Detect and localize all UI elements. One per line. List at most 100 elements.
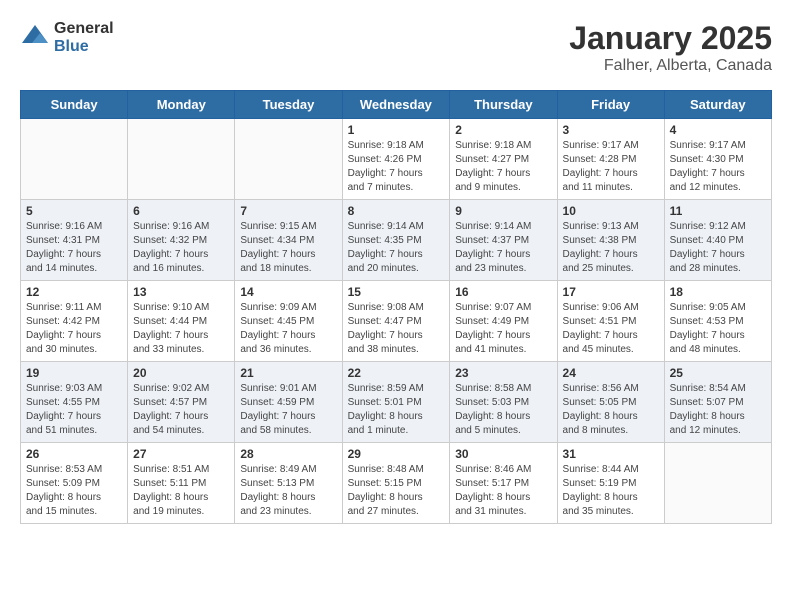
month-title: January 2025 [569, 20, 772, 57]
day-number: 21 [240, 366, 336, 380]
calendar-cell: 11Sunrise: 9:12 AM Sunset: 4:40 PM Dayli… [664, 200, 771, 281]
day-number: 6 [133, 204, 229, 218]
day-info: Sunrise: 9:03 AM Sunset: 4:55 PM Dayligh… [26, 382, 122, 438]
day-number: 17 [563, 285, 659, 299]
calendar-cell: 8 Sunrise: 9:14 AM Sunset: 4:35 PM Daylig… [342, 200, 450, 281]
day-info: Sunrise: 9:05 AM Sunset: 4:53 PM Dayligh… [670, 301, 766, 357]
day-info: Sunrise: 9:14 AM Sunset: 4:35 PM Dayligh… [348, 220, 445, 276]
day-number: 28 [240, 447, 336, 461]
logo-text: General Blue [54, 20, 114, 55]
logo-blue-text: Blue [54, 38, 114, 56]
day-number: 14 [240, 285, 336, 299]
title-area: January 2025 Falher, Alberta, Canada [569, 20, 772, 75]
calendar-week-1: 1 Sunrise: 9:18 AM Sunset: 4:26 PM Daylig… [21, 119, 772, 200]
day-info: Sunrise: 8:48 AM Sunset: 5:15 PM Dayligh… [348, 463, 445, 519]
day-info: Sunrise: 9:10 AM Sunset: 4:44 PM Dayligh… [133, 301, 229, 357]
calendar-cell: 14 Sunrise: 9:09 AM Sunset: 4:45 PM Dayli… [235, 281, 342, 362]
day-info: Sunrise: 9:11 AM Sunset: 4:42 PM Dayligh… [26, 301, 122, 357]
calendar-cell: 30 Sunrise: 8:46 AM Sunset: 5:17 PM Dayli… [450, 443, 557, 524]
day-number: 19 [26, 366, 122, 380]
weekday-header-saturday: Saturday [664, 91, 771, 119]
calendar-cell: 21 Sunrise: 9:01 AM Sunset: 4:59 PM Dayli… [235, 362, 342, 443]
day-number: 26 [26, 447, 122, 461]
day-info: Sunrise: 9:09 AM Sunset: 4:45 PM Dayligh… [240, 301, 336, 357]
calendar-cell: 12 Sunrise: 9:11 AM Sunset: 4:42 PM Dayli… [21, 281, 128, 362]
calendar-week-3: 12 Sunrise: 9:11 AM Sunset: 4:42 PM Dayli… [21, 281, 772, 362]
day-info: Sunrise: 9:16 AM Sunset: 4:31 PM Dayligh… [26, 220, 122, 276]
weekday-header-sunday: Sunday [21, 91, 128, 119]
calendar-cell [664, 443, 771, 524]
day-info: Sunrise: 8:58 AM Sunset: 5:03 PM Dayligh… [455, 382, 551, 438]
day-number: 8 [348, 204, 445, 218]
day-number: 10 [563, 204, 659, 218]
calendar-cell: 25 Sunrise: 8:54 AM Sunset: 5:07 PM Dayli… [664, 362, 771, 443]
calendar-cell: 17 Sunrise: 9:06 AM Sunset: 4:51 PM Dayli… [557, 281, 664, 362]
day-number: 4 [670, 123, 766, 137]
day-number: 25 [670, 366, 766, 380]
calendar-cell: 29 Sunrise: 8:48 AM Sunset: 5:15 PM Dayli… [342, 443, 450, 524]
calendar-cell: 7 Sunrise: 9:15 AM Sunset: 4:34 PM Daylig… [235, 200, 342, 281]
calendar-cell [21, 119, 128, 200]
day-info: Sunrise: 9:13 AM Sunset: 4:38 PM Dayligh… [563, 220, 659, 276]
calendar-cell: 4 Sunrise: 9:17 AM Sunset: 4:30 PM Daylig… [664, 119, 771, 200]
calendar-cell: 27 Sunrise: 8:51 AM Sunset: 5:11 PM Dayli… [128, 443, 235, 524]
day-info: Sunrise: 9:08 AM Sunset: 4:47 PM Dayligh… [348, 301, 445, 357]
weekday-header-tuesday: Tuesday [235, 91, 342, 119]
day-info: Sunrise: 9:07 AM Sunset: 4:49 PM Dayligh… [455, 301, 551, 357]
calendar-cell: 31Sunrise: 8:44 AM Sunset: 5:19 PM Dayli… [557, 443, 664, 524]
weekday-header-wednesday: Wednesday [342, 91, 450, 119]
calendar-cell: 3 Sunrise: 9:17 AM Sunset: 4:28 PM Daylig… [557, 119, 664, 200]
logo-icon [20, 23, 50, 53]
day-number: 31 [563, 447, 659, 461]
day-info: Sunrise: 8:56 AM Sunset: 5:05 PM Dayligh… [563, 382, 659, 438]
day-number: 29 [348, 447, 445, 461]
calendar-cell: 6Sunrise: 9:16 AM Sunset: 4:32 PM Daylig… [128, 200, 235, 281]
day-number: 30 [455, 447, 551, 461]
calendar-cell: 5 Sunrise: 9:16 AM Sunset: 4:31 PM Daylig… [21, 200, 128, 281]
day-number: 24 [563, 366, 659, 380]
day-number: 12 [26, 285, 122, 299]
day-info: Sunrise: 8:46 AM Sunset: 5:17 PM Dayligh… [455, 463, 551, 519]
calendar-cell [128, 119, 235, 200]
calendar-cell: 22Sunrise: 8:59 AM Sunset: 5:01 PM Dayli… [342, 362, 450, 443]
calendar-week-5: 26Sunrise: 8:53 AM Sunset: 5:09 PM Dayli… [21, 443, 772, 524]
calendar-cell: 13 Sunrise: 9:10 AM Sunset: 4:44 PM Dayli… [128, 281, 235, 362]
day-info: Sunrise: 9:01 AM Sunset: 4:59 PM Dayligh… [240, 382, 336, 438]
weekday-header-row: SundayMondayTuesdayWednesdayThursdayFrid… [21, 91, 772, 119]
logo-general-text: General [54, 20, 114, 38]
calendar-cell: 16 Sunrise: 9:07 AM Sunset: 4:49 PM Dayli… [450, 281, 557, 362]
calendar-cell: 9Sunrise: 9:14 AM Sunset: 4:37 PM Daylig… [450, 200, 557, 281]
day-info: Sunrise: 9:06 AM Sunset: 4:51 PM Dayligh… [563, 301, 659, 357]
day-number: 2 [455, 123, 551, 137]
calendar-cell: 10 Sunrise: 9:13 AM Sunset: 4:38 PM Dayli… [557, 200, 664, 281]
day-number: 13 [133, 285, 229, 299]
day-number: 15 [348, 285, 445, 299]
calendar-week-2: 5 Sunrise: 9:16 AM Sunset: 4:31 PM Daylig… [21, 200, 772, 281]
location-title: Falher, Alberta, Canada [569, 57, 772, 75]
day-info: Sunrise: 9:17 AM Sunset: 4:30 PM Dayligh… [670, 139, 766, 195]
day-info: Sunrise: 9:17 AM Sunset: 4:28 PM Dayligh… [563, 139, 659, 195]
day-info: Sunrise: 9:15 AM Sunset: 4:34 PM Dayligh… [240, 220, 336, 276]
day-number: 3 [563, 123, 659, 137]
calendar-cell: 23Sunrise: 8:58 AM Sunset: 5:03 PM Dayli… [450, 362, 557, 443]
day-number: 1 [348, 123, 445, 137]
day-info: Sunrise: 8:49 AM Sunset: 5:13 PM Dayligh… [240, 463, 336, 519]
day-info: Sunrise: 9:18 AM Sunset: 4:27 PM Dayligh… [455, 139, 551, 195]
day-number: 18 [670, 285, 766, 299]
day-info: Sunrise: 9:14 AM Sunset: 4:37 PM Dayligh… [455, 220, 551, 276]
weekday-header-friday: Friday [557, 91, 664, 119]
day-number: 27 [133, 447, 229, 461]
day-info: Sunrise: 8:51 AM Sunset: 5:11 PM Dayligh… [133, 463, 229, 519]
header: General Blue January 2025 Falher, Albert… [20, 20, 772, 75]
day-info: Sunrise: 9:18 AM Sunset: 4:26 PM Dayligh… [348, 139, 445, 195]
day-info: Sunrise: 8:54 AM Sunset: 5:07 PM Dayligh… [670, 382, 766, 438]
day-number: 16 [455, 285, 551, 299]
calendar-cell: 2 Sunrise: 9:18 AM Sunset: 4:27 PM Daylig… [450, 119, 557, 200]
day-number: 7 [240, 204, 336, 218]
calendar-cell: 1 Sunrise: 9:18 AM Sunset: 4:26 PM Daylig… [342, 119, 450, 200]
calendar-cell: 18 Sunrise: 9:05 AM Sunset: 4:53 PM Dayli… [664, 281, 771, 362]
day-number: 5 [26, 204, 122, 218]
calendar-week-4: 19 Sunrise: 9:03 AM Sunset: 4:55 PM Dayli… [21, 362, 772, 443]
calendar-cell: 28 Sunrise: 8:49 AM Sunset: 5:13 PM Dayli… [235, 443, 342, 524]
calendar-cell: 19 Sunrise: 9:03 AM Sunset: 4:55 PM Dayli… [21, 362, 128, 443]
